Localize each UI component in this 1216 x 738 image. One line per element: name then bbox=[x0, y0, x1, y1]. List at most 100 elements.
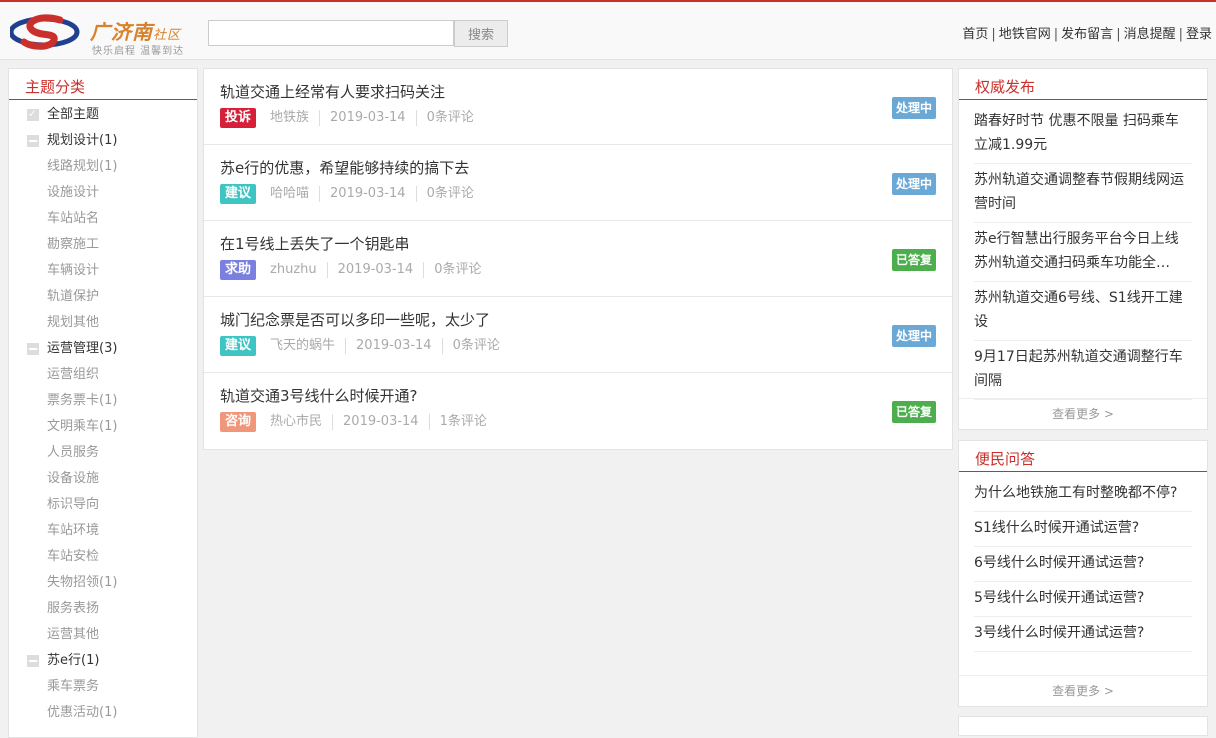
subcategory-item[interactable]: 文明乘车(1) bbox=[9, 414, 197, 440]
post-title[interactable]: 轨道交通上经常有人要求扫码关注 bbox=[220, 81, 445, 102]
status-badge: 处理中 bbox=[891, 325, 936, 347]
divider bbox=[319, 185, 321, 202]
post-date: 2019-03-14 bbox=[356, 338, 432, 353]
authority-item[interactable]: 苏州轨道交通6号线、S1线开工建设 bbox=[974, 282, 1192, 341]
subcategory-item[interactable]: 线路规划(1) bbox=[9, 154, 197, 180]
post-tag[interactable]: 建议 bbox=[220, 336, 257, 356]
category-sidebar: 主题分类 全部主题规划设计(1) 线路规划(1) 设施设计车站站名勘察施工车辆设计轨… bbox=[8, 68, 198, 738]
post-row[interactable]: 轨道交通3号线什么时候开通? 咨询 热心市民 2019-03-14 1条评论 已答复 bbox=[204, 373, 952, 449]
subcategory-item[interactable]: 设备设施 bbox=[9, 466, 197, 492]
subcategory-item[interactable]: 车站安检 bbox=[9, 544, 197, 570]
divider bbox=[959, 471, 1207, 472]
post-comments[interactable]: 0条评论 bbox=[453, 338, 500, 353]
qa-item[interactable]: 6号线什么时候开通试运营? bbox=[974, 547, 1192, 582]
subcategory-item[interactable]: 优惠活动(1) bbox=[9, 700, 197, 726]
subcategory-item[interactable]: 失物招领(1) bbox=[9, 570, 197, 596]
post-comments[interactable]: 0条评论 bbox=[427, 186, 474, 201]
category-item[interactable]: 全部主题 bbox=[9, 102, 197, 128]
subcategory-item[interactable]: 乘车票务 bbox=[9, 674, 197, 700]
category-label: 文明乘车(1) bbox=[47, 419, 118, 434]
post-title[interactable]: 轨道交通3号线什么时候开通? bbox=[220, 385, 418, 406]
post-comments[interactable]: 0条评论 bbox=[427, 110, 474, 125]
authority-item[interactable]: 踏春好时节 优惠不限量 扫码乘车立减1.99元 bbox=[974, 105, 1192, 164]
post-title[interactable]: 苏e行的优惠，希望能够持续的搞下去 bbox=[220, 157, 469, 178]
nav-post-message[interactable]: 发布留言 bbox=[1061, 27, 1113, 42]
subcategory-item[interactable]: 运营组织 bbox=[9, 362, 197, 388]
category-label: 规划设计(1) bbox=[47, 133, 118, 148]
divider bbox=[9, 99, 197, 100]
divider bbox=[415, 185, 417, 202]
category-label: 车站安检 bbox=[47, 549, 100, 564]
subcategory-item[interactable]: 规划其他 bbox=[9, 310, 197, 336]
category-label: 规划其他 bbox=[47, 315, 100, 330]
post-tag[interactable]: 建议 bbox=[220, 184, 257, 204]
post-title[interactable]: 在1号线上丢失了一个钥匙串 bbox=[220, 233, 410, 254]
subcategory-item[interactable]: 标识导向 bbox=[9, 492, 197, 518]
category-label: 线路规划(1) bbox=[47, 159, 118, 174]
logo-title: 广济南社区 bbox=[90, 20, 182, 44]
site-logo[interactable]: 广济南社区 快乐启程 温馨到达 bbox=[8, 10, 190, 57]
subcategory-item[interactable]: 轨道保护 bbox=[9, 284, 197, 310]
post-author[interactable]: 地铁族 bbox=[270, 110, 309, 125]
qa-item[interactable]: 3号线什么时候开通试运营? bbox=[974, 617, 1192, 652]
checkbox-icon[interactable] bbox=[27, 102, 39, 128]
post-author[interactable]: zhuzhu bbox=[270, 262, 317, 277]
divider bbox=[959, 99, 1207, 100]
status-badge: 已答复 bbox=[891, 401, 936, 423]
nav-login[interactable]: 登录 bbox=[1186, 27, 1212, 42]
qa-title: 便民问答 bbox=[975, 450, 1036, 468]
subcategory-item[interactable]: 设施设计 bbox=[9, 180, 197, 206]
post-row[interactable]: 轨道交通上经常有人要求扫码关注 投诉 地铁族 2019-03-14 0条评论 处理中 bbox=[204, 69, 952, 145]
authority-more-link[interactable]: 查看更多 > bbox=[959, 398, 1207, 429]
post-row[interactable]: 在1号线上丢失了一个钥匙串 求助 zhuzhu 2019-03-14 0条评论 已答复 bbox=[204, 221, 952, 297]
post-author[interactable]: 热心市民 bbox=[270, 414, 322, 429]
post-author[interactable]: 飞天的蜗牛 bbox=[270, 338, 335, 353]
post-tag[interactable]: 求助 bbox=[220, 260, 257, 280]
nav-notifications[interactable]: 消息提醒 bbox=[1124, 27, 1176, 42]
category-item[interactable]: 运营管理(3) bbox=[9, 336, 197, 362]
post-comments[interactable]: 1条评论 bbox=[440, 414, 487, 429]
category-item[interactable]: 苏e行(1) bbox=[9, 648, 197, 674]
category-list: 全部主题规划设计(1) 线路规划(1) 设施设计车站站名勘察施工车辆设计轨道保护规划… bbox=[9, 102, 197, 726]
category-label: 运营组织 bbox=[47, 367, 100, 382]
category-item[interactable]: 规划设计(1) bbox=[9, 128, 197, 154]
qa-item[interactable]: 5号线什么时候开通试运营? bbox=[974, 582, 1192, 617]
subcategory-item[interactable]: 车辆设计 bbox=[9, 258, 197, 284]
search-button[interactable]: 搜索 bbox=[454, 20, 508, 47]
divider bbox=[345, 337, 347, 354]
collapse-icon[interactable] bbox=[27, 343, 39, 355]
divider bbox=[326, 261, 328, 278]
post-date: 2019-03-14 bbox=[330, 186, 406, 201]
post-tag[interactable]: 投诉 bbox=[220, 108, 257, 128]
authority-item[interactable]: 9月17日起苏州轨道交通调整行车间隔 bbox=[974, 341, 1192, 400]
qa-item[interactable]: 为什么地铁施工有时整晚都不停? bbox=[974, 477, 1192, 512]
divider bbox=[428, 413, 430, 430]
subcategory-item[interactable]: 人员服务 bbox=[9, 440, 197, 466]
subcategory-item[interactable]: 勘察施工 bbox=[9, 232, 197, 258]
post-comments[interactable]: 0条评论 bbox=[434, 262, 481, 277]
category-label: 失物招领(1) bbox=[47, 575, 118, 590]
authority-item[interactable]: 苏州轨道交通调整春节假期线网运营时间 bbox=[974, 164, 1192, 223]
collapse-icon[interactable] bbox=[27, 655, 39, 667]
divider bbox=[441, 337, 443, 354]
next-panel bbox=[958, 716, 1208, 736]
nav-metro-official[interactable]: 地铁官网 bbox=[999, 27, 1051, 42]
subcategory-item[interactable]: 车站站名 bbox=[9, 206, 197, 232]
post-row[interactable]: 苏e行的优惠，希望能够持续的搞下去 建议 哈哈喵 2019-03-14 0条评论 处理中 bbox=[204, 145, 952, 221]
nav-home[interactable]: 首页 bbox=[962, 27, 988, 42]
qa-item[interactable]: S1线什么时候开通试运营? bbox=[974, 512, 1192, 547]
subcategory-item[interactable]: 车站环境 bbox=[9, 518, 197, 544]
post-title[interactable]: 城门纪念票是否可以多印一些呢，太少了 bbox=[220, 309, 490, 330]
post-tag[interactable]: 咨询 bbox=[220, 412, 257, 432]
subcategory-item[interactable]: 运营其他 bbox=[9, 622, 197, 648]
post-date: 2019-03-14 bbox=[343, 414, 419, 429]
post-meta: 建议 飞天的蜗牛 2019-03-14 0条评论 bbox=[220, 336, 500, 356]
post-row[interactable]: 城门纪念票是否可以多印一些呢，太少了 建议 飞天的蜗牛 2019-03-14 0条评论 处… bbox=[204, 297, 952, 373]
post-author[interactable]: 哈哈喵 bbox=[270, 186, 309, 201]
collapse-icon[interactable] bbox=[27, 135, 39, 147]
subcategory-item[interactable]: 票务票卡(1) bbox=[9, 388, 197, 414]
search-input[interactable] bbox=[208, 20, 454, 46]
authority-item[interactable]: 苏e行智慧出行服务平台今日上线苏州轨道交通扫码乘车功能全… bbox=[974, 223, 1192, 282]
subcategory-item[interactable]: 服务表扬 bbox=[9, 596, 197, 622]
qa-more-link[interactable]: 查看更多 > bbox=[959, 675, 1207, 706]
